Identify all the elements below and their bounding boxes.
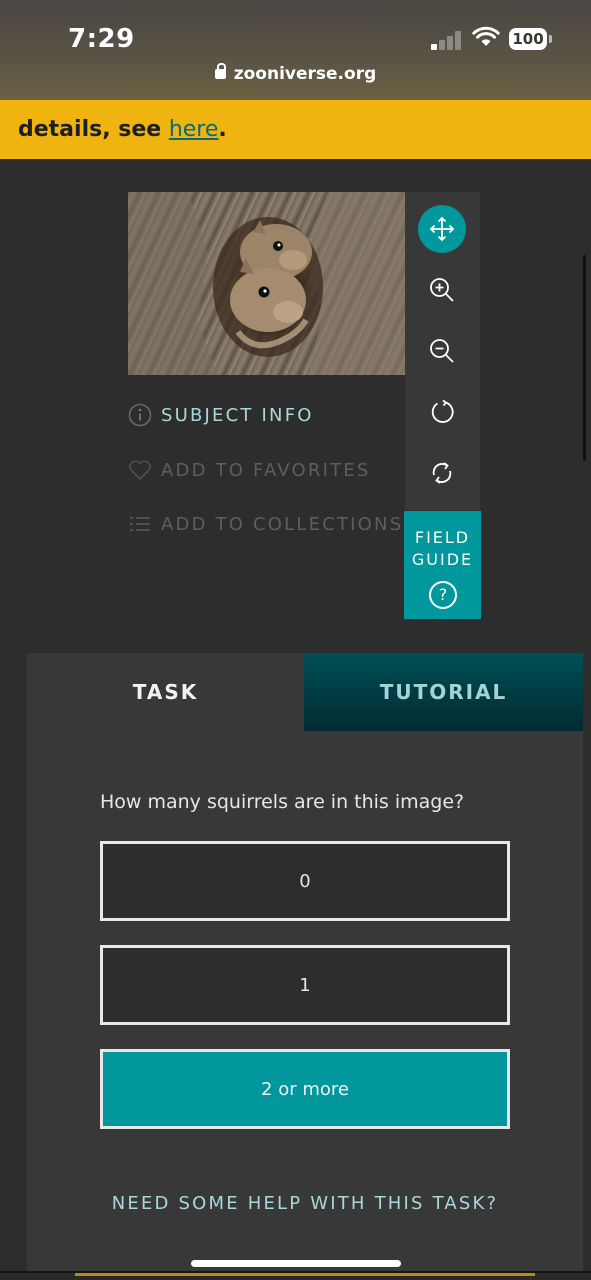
page-scrollbar[interactable] <box>583 255 586 461</box>
wifi-icon <box>472 26 500 46</box>
answer-label: 0 <box>299 870 311 892</box>
field-guide-label: FIELD GUIDE <box>404 511 481 571</box>
url-text: zooniverse.org <box>233 64 377 84</box>
status-time: 7:29 <box>68 24 135 54</box>
subject-info-link[interactable]: SUBJECT INFO <box>128 400 314 430</box>
banner-suffix: . <box>218 117 227 142</box>
address-bar[interactable]: zooniverse.org <box>0 63 591 84</box>
zoom-out-icon <box>430 339 454 363</box>
answer-label: 2 or more <box>261 1078 349 1100</box>
task-panel: TASK TUTORIAL How many squirrels are in … <box>27 653 583 1280</box>
banner-link[interactable]: here <box>169 117 219 142</box>
banner-text: details, see <box>18 117 169 142</box>
tab-tutorial[interactable]: TUTORIAL <box>304 653 583 731</box>
tab-task[interactable]: TASK <box>27 653 304 731</box>
status-bar: 7:29 100 zooniverse.org <box>0 0 591 100</box>
page: 7:29 100 zooniverse.org details, see her… <box>0 0 591 1280</box>
reset-icon <box>432 462 452 484</box>
subject-image[interactable] <box>128 192 405 375</box>
add-to-favorites-link[interactable]: ADD TO FAVORITES <box>128 455 370 485</box>
lock-icon <box>214 63 226 79</box>
help-circle-icon: ? <box>429 581 457 609</box>
move-button[interactable] <box>418 205 466 253</box>
zoom-in-icon <box>430 278 454 302</box>
list-icon <box>128 512 152 536</box>
task-tabs: TASK TUTORIAL <box>27 653 583 731</box>
squirrels-photo <box>128 192 405 375</box>
answer-option-0[interactable]: 0 <box>100 841 510 921</box>
move-icon <box>429 216 455 242</box>
field-guide-line1: FIELD <box>414 528 471 547</box>
task-question: How many squirrels are in this image? <box>100 791 465 813</box>
add-to-collections-label: ADD TO COLLECTIONS <box>161 513 404 535</box>
task-help-link[interactable]: NEED SOME HELP WITH THIS TASK? <box>27 1193 583 1214</box>
rotate-button[interactable] <box>418 388 466 436</box>
info-icon <box>128 403 152 427</box>
add-to-favorites-label: ADD TO FAVORITES <box>161 459 371 481</box>
reset-button[interactable] <box>418 449 466 497</box>
announcement-banner: details, see here. <box>0 100 591 159</box>
field-guide-button[interactable]: FIELD GUIDE ? <box>404 511 481 619</box>
zoom-out-button[interactable] <box>418 327 466 375</box>
answer-label: 1 <box>299 974 311 996</box>
zoom-in-button[interactable] <box>418 266 466 314</box>
home-indicator[interactable] <box>191 1260 401 1267</box>
bottom-bar <box>0 1271 591 1280</box>
rotate-icon <box>431 399 454 423</box>
cellular-signal-icon <box>431 30 463 50</box>
field-guide-line2: GUIDE <box>411 550 474 569</box>
answer-option-2-or-more[interactable]: 2 or more <box>100 1049 510 1129</box>
subject-info-label: SUBJECT INFO <box>161 404 314 426</box>
heart-icon <box>128 458 152 482</box>
add-to-collections-link[interactable]: ADD TO COLLECTIONS <box>128 509 403 539</box>
image-toolbar <box>405 192 480 510</box>
answer-option-1[interactable]: 1 <box>100 945 510 1025</box>
battery-indicator: 100 <box>509 28 552 50</box>
